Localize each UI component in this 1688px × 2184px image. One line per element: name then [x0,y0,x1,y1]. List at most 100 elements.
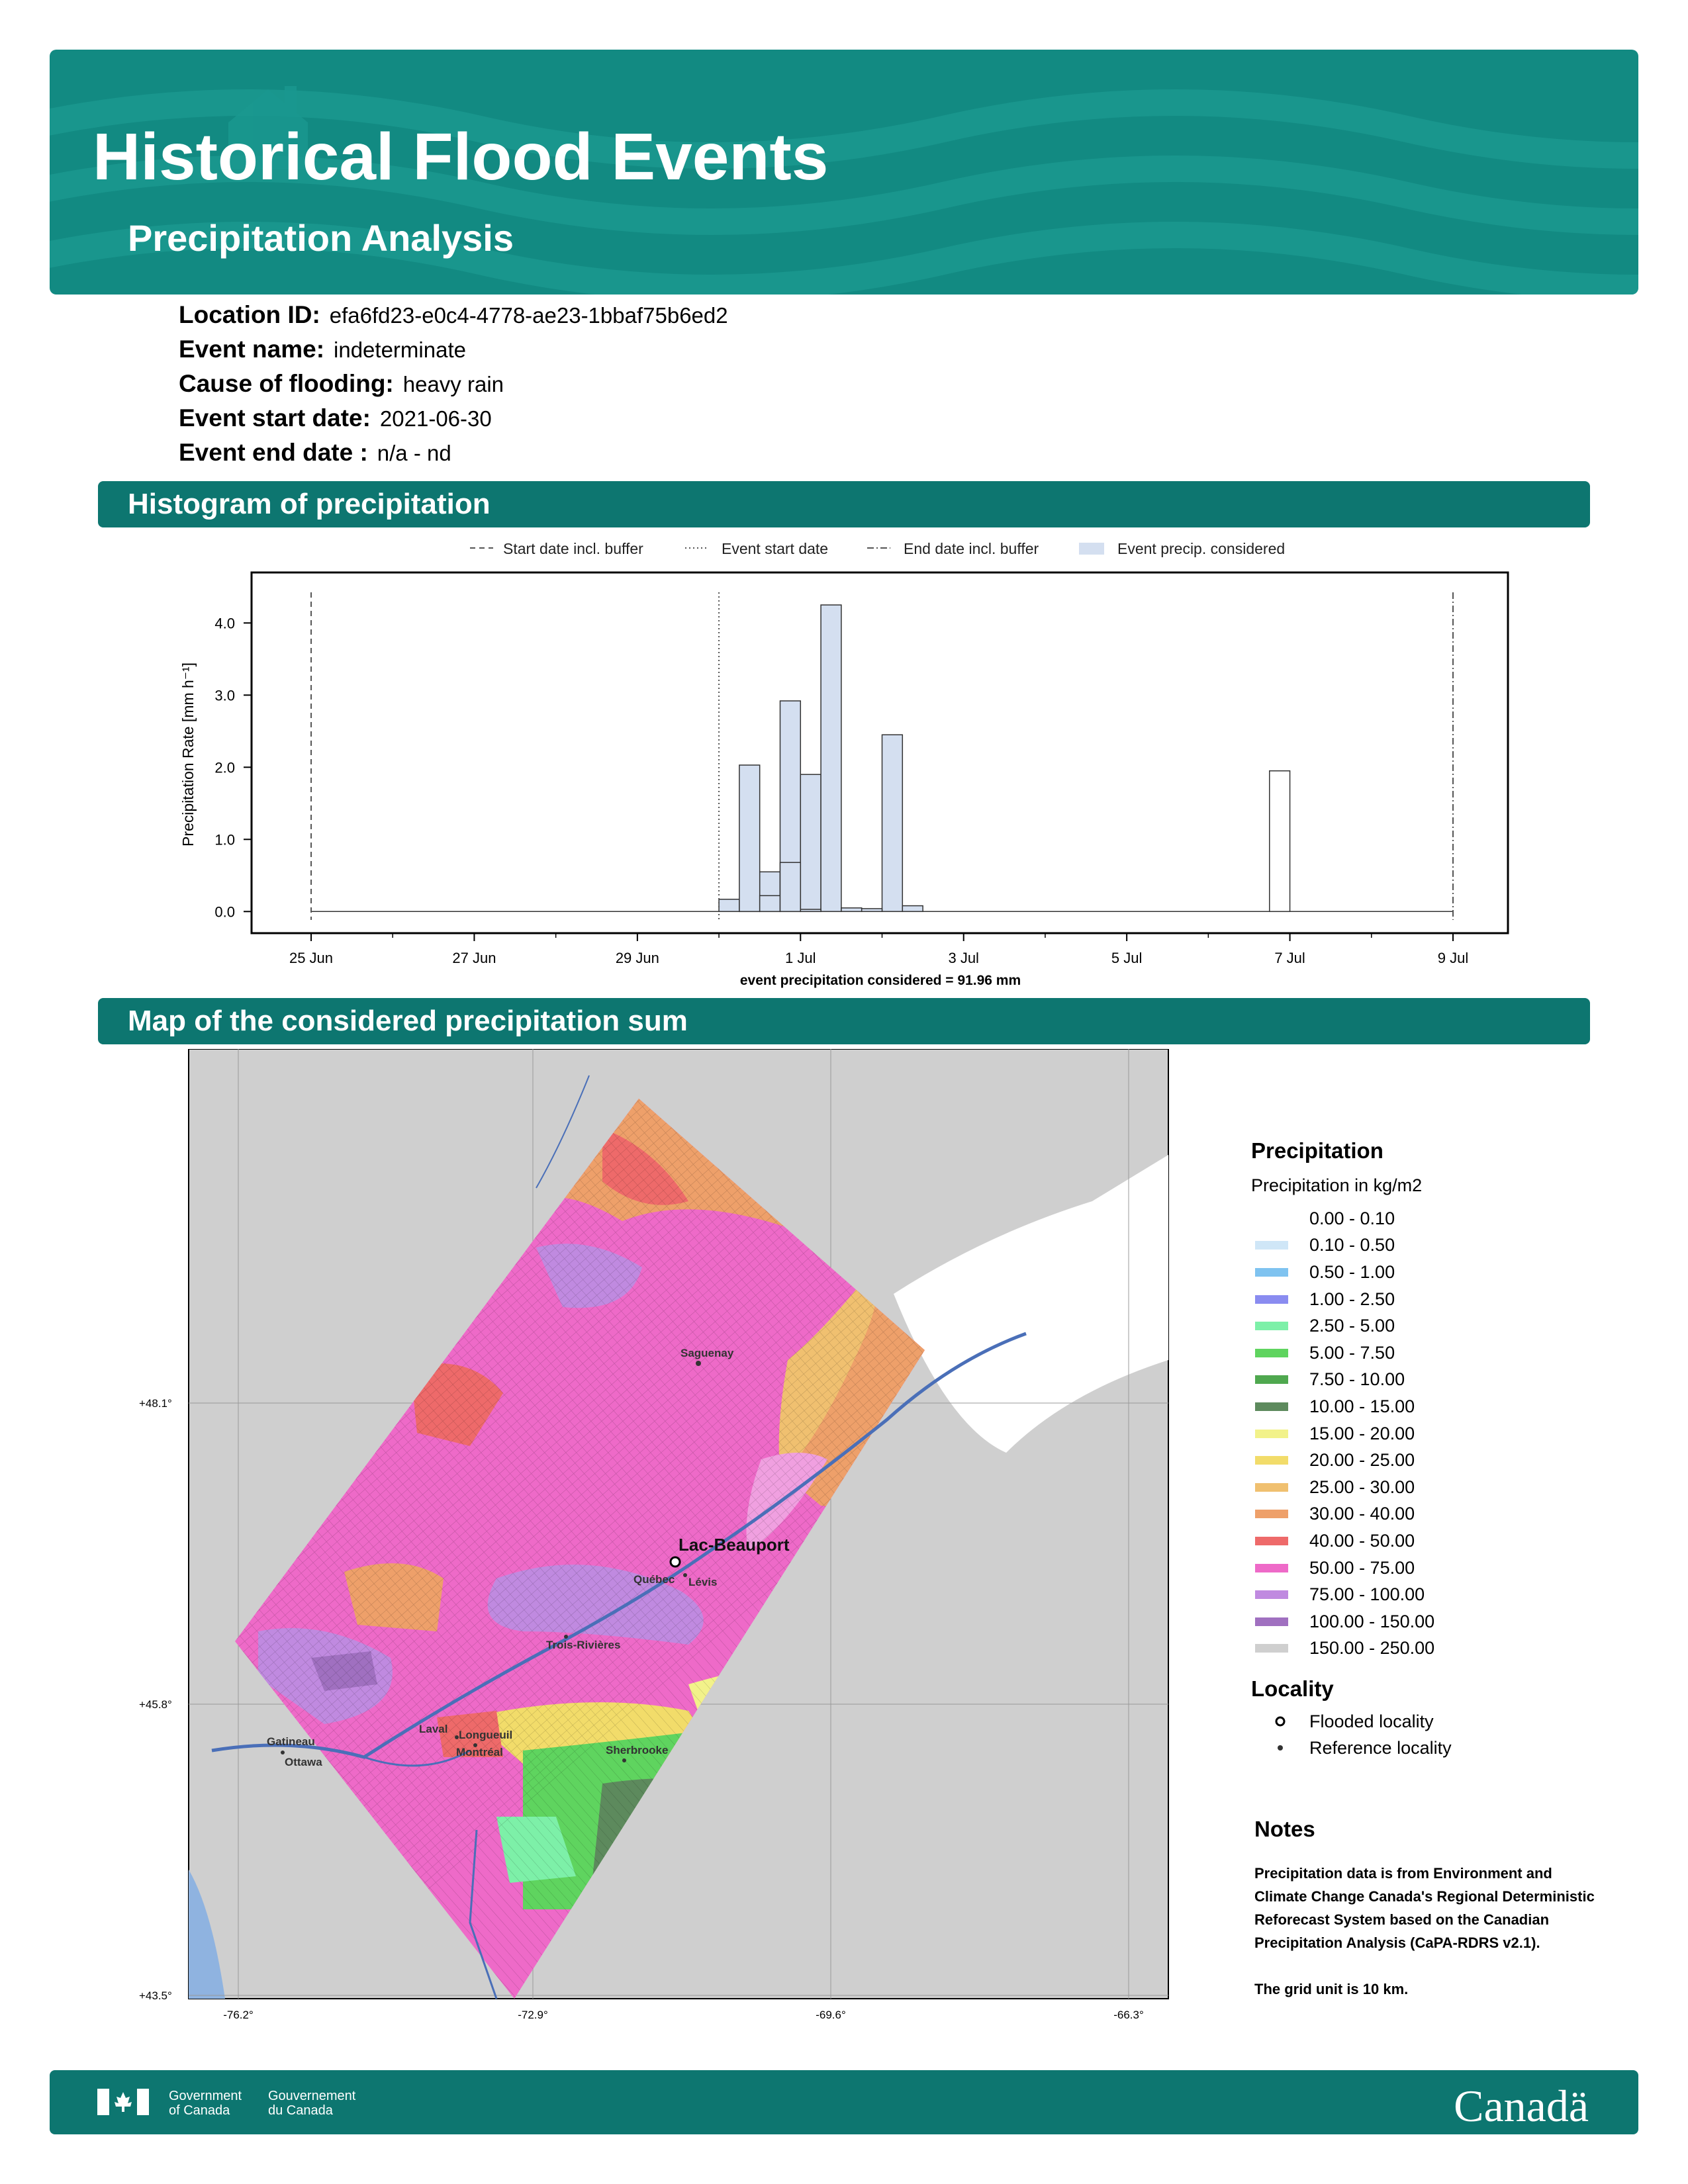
legend-range-row: 50.00 - 75.00 [1251,1555,1622,1582]
legend-range-row: 1.00 - 2.50 [1251,1286,1622,1313]
meta-value: indeterminate [334,338,466,362]
meta-value: n/a - nd [377,441,451,465]
legend-event-start: Event start date [722,540,828,557]
histogram-bar [718,899,740,913]
legend-swatch [1255,1375,1288,1385]
legend-swatch [1255,1267,1288,1277]
legend-swatch [1255,1402,1288,1411]
y-tick-label: 0.0 [214,903,235,920]
meta-start-date: Event start date: 2021-06-30 [179,404,728,439]
chart-legend: Start date incl. buffer Event start date… [470,540,1285,557]
plot-frame [250,571,1509,934]
place-label: Longueuil [459,1729,512,1741]
legend-range-row: 5.00 - 7.50 [1251,1340,1622,1367]
y-tick-label: 3.0 [214,687,235,704]
x-axis: 25 Jun 27 Jun 29 Jun 1 Jul 3 Jul 5 Jul 7 Jul 9 … [289,933,1468,966]
meta-label: Event start date: [179,404,371,432]
gov-en-line: of Canada [169,2103,230,2118]
legend-range-label: 40.00 - 50.00 [1309,1530,1415,1551]
legend-swatch [1255,1241,1288,1250]
x-tick-label: 9 Jul [1438,950,1468,966]
x-tick-label: 25 Jun [289,950,333,966]
locality-title: Locality [1251,1676,1334,1702]
legend-range-label: 15.00 - 20.00 [1309,1423,1415,1443]
legend-title: Precipitation [1251,1138,1383,1163]
legend-swatch [1255,1214,1288,1223]
meta-value: efa6fd23-e0c4-4778-ae23-1bbaf75b6ed2 [329,303,728,328]
meta-value: heavy rain [402,372,504,396]
legend-range-row: 0.10 - 0.50 [1251,1232,1622,1259]
lon-label: -69.6° [816,2009,846,2021]
legend-patch-icon [1079,543,1104,555]
place-label: Saguenay [680,1347,734,1359]
legend-range-label: 2.50 - 5.00 [1309,1316,1395,1336]
y-tick-label: 4.0 [214,615,235,631]
legend-swatch [1255,1510,1288,1519]
legend-swatch [1255,1590,1288,1600]
legend-swatch [1255,1644,1288,1653]
legend-range-label: 100.00 - 150.00 [1309,1611,1435,1631]
y-axis-label: Precipitation Rate [mm h⁻¹] [179,662,197,846]
histogram-chart: Start date incl. buffer Event start date… [179,540,1509,988]
place-label: Sherbrooke [606,1744,668,1756]
precipitation-map: Saguenay Lac-Beauport Québec Lévis Trois… [139,1049,1169,2021]
place-label: Laval [419,1723,447,1735]
legend-swatch [1255,1456,1288,1465]
reference-dot-icon [1278,1745,1283,1751]
meta-label: Event name: [179,336,325,363]
x-tick-label: 5 Jul [1111,950,1142,966]
legend-swatch [1255,1348,1288,1357]
meta-event-name: Event name: indeterminate [179,336,728,370]
legend-range-row: 40.00 - 50.00 [1251,1527,1622,1555]
legend-range-row: 150.00 - 250.00 [1251,1635,1622,1662]
notes: Notes Precipitation data is from Environ… [1254,1817,1599,2001]
histogram-bar [800,774,821,913]
legend-range-row: 15.00 - 20.00 [1251,1420,1622,1447]
lon-label: -76.2° [223,2009,254,2021]
reference-dot-icon [281,1751,285,1754]
legend-swatch [1255,1295,1288,1304]
legend-flooded-label: Flooded locality [1309,1711,1434,1731]
lon-label: -66.3° [1113,2009,1144,2021]
legend-range-label: 7.50 - 10.00 [1309,1369,1405,1390]
legend-range-row: 0.00 - 0.10 [1251,1205,1622,1232]
histogram-bar [881,734,904,913]
lat-label: +48.1° [139,1397,172,1410]
legend-swatch [1255,1563,1288,1572]
place-label: Gatineau [267,1735,315,1748]
x-tick-label: 3 Jul [948,950,978,966]
y-axis: 0.0 1.0 2.0 3.0 4.0 [214,615,252,920]
legend-range-label: 25.00 - 30.00 [1309,1477,1415,1497]
flooded-locality-icon [1275,1716,1286,1727]
legend-event-precip: Event precip. considered [1117,540,1285,557]
page-subtitle: Precipitation Analysis [128,217,514,259]
section-histogram-header: Histogram of precipitation [98,481,1590,527]
legend-swatch [1255,1429,1288,1438]
place-label-flooded: Lac-Beauport [679,1535,790,1555]
place-label: Québec [633,1573,675,1586]
section-map-header: Map of the considered precipitation sum [98,998,1590,1044]
legend-subtitle: Precipitation in kg/m2 [1251,1175,1423,1195]
histogram-bar [820,604,842,913]
histogram-bar [841,907,863,913]
legend-range-label: 5.00 - 7.50 [1309,1342,1395,1363]
legend-swatch [1255,1617,1288,1626]
legend-range-label: 20.00 - 25.00 [1309,1450,1415,1471]
reference-dot-icon [696,1361,701,1366]
reference-dot-icon [622,1758,626,1762]
legend-range-label: 10.00 - 15.00 [1309,1396,1415,1416]
notes-text: Precipitation data is from Environment a… [1254,1865,1595,1951]
legend-range-row: 100.00 - 150.00 [1251,1608,1622,1635]
legend-range-label: 0.10 - 0.50 [1309,1235,1395,1255]
place-label: Montréal [456,1746,503,1758]
y-tick-label: 2.0 [214,759,235,776]
lon-label: -72.9° [518,2009,548,2021]
legend-range-label: 0.50 - 1.00 [1309,1261,1395,1282]
flooded-locality-icon [669,1556,681,1568]
legend-swatch [1255,1482,1288,1492]
canada-flag-icon [97,2089,149,2115]
meta-label: Event end date : [179,439,368,466]
map-legend: Precipitation Precipitation in kg/m2 0.0… [1251,1138,1622,1761]
legend-range-row: 7.50 - 10.00 [1251,1367,1622,1394]
legend-swatch [1255,1536,1288,1545]
